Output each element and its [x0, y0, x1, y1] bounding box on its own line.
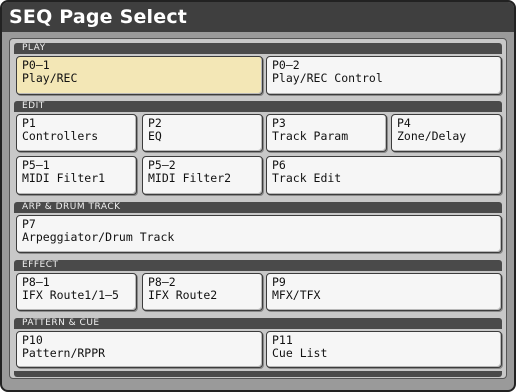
page-button-p4[interactable]: P4 Zone/Delay — [391, 114, 502, 152]
page-name: MIDI Filter1 — [22, 171, 106, 185]
page-name: IFX Route1/1–5 — [22, 288, 119, 302]
page-list-panel: PLAY P0–1 Play/REC P0–2 Play/REC Control… — [9, 38, 507, 379]
page-name: IFX Route2 — [148, 288, 218, 302]
page-button-p9[interactable]: P9 MFX/TFX — [266, 273, 502, 311]
page-name: MIDI Filter2 — [148, 171, 232, 185]
page-button-p0-1[interactable]: P0–1 Play/REC — [16, 56, 263, 95]
page-name: EQ — [148, 129, 162, 143]
section-header-effect: EFFECT — [14, 260, 502, 271]
page-button-p0-2[interactable]: P0–2 Play/REC Control — [266, 56, 502, 95]
page-name: Track Param — [272, 129, 349, 143]
page-name: Cue List — [272, 346, 328, 360]
page-name: Pattern/RPPR — [22, 346, 106, 360]
page-button-p11[interactable]: P11 Cue List — [266, 331, 502, 368]
section-header-play: PLAY — [14, 43, 502, 54]
dialog-title: SEQ Page Select — [2, 2, 514, 32]
page-button-p8-1[interactable]: P8–1 IFX Route1/1–5 — [16, 273, 137, 311]
page-button-p5-2[interactable]: P5–2 MIDI Filter2 — [142, 156, 263, 195]
page-select-dialog: SEQ Page Select PLAY P0–1 Play/REC P0–2 … — [0, 0, 516, 392]
page-name: MFX/TFX — [272, 288, 321, 302]
page-name: Arpeggiator/Drum Track — [22, 230, 175, 244]
section-header-pattern-cue: PATTERN & CUE — [14, 318, 502, 329]
page-name: Track Edit — [272, 171, 342, 185]
panel-bottom-divider — [14, 371, 502, 377]
page-button-p8-2[interactable]: P8–2 IFX Route2 — [142, 273, 263, 311]
page-name: Play/REC — [22, 71, 78, 85]
page-button-p10[interactable]: P10 Pattern/RPPR — [16, 331, 263, 368]
page-button-p6[interactable]: P6 Track Edit — [266, 156, 502, 195]
page-name: Play/REC Control — [272, 71, 383, 85]
page-button-p1[interactable]: P1 Controllers — [16, 114, 137, 152]
page-button-p2[interactable]: P2 EQ — [142, 114, 263, 152]
page-button-p7[interactable]: P7 Arpeggiator/Drum Track — [16, 215, 502, 253]
section-header-edit: EDIT — [14, 101, 502, 112]
page-button-p5-1[interactable]: P5–1 MIDI Filter1 — [16, 156, 137, 195]
page-number: P2 — [148, 116, 162, 130]
section-header-arp-drum: ARP & DRUM TRACK — [14, 202, 502, 213]
page-name: Zone/Delay — [397, 129, 467, 143]
page-button-p3[interactable]: P3 Track Param — [266, 114, 387, 152]
page-name: Controllers — [22, 129, 99, 143]
